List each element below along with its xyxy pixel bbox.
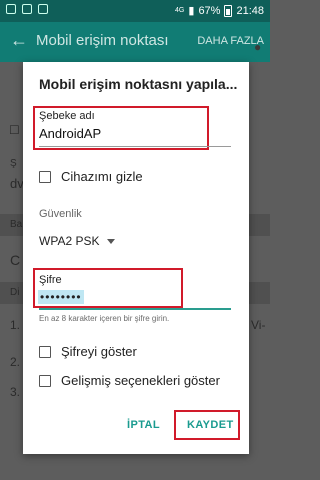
back-arrow-icon[interactable]: ← [10, 30, 28, 51]
background-text: Ş [10, 158, 17, 169]
network-name-input[interactable]: AndroidAP [39, 126, 101, 141]
security-value: WPA2 PSK [39, 234, 100, 248]
cancel-button[interactable]: İPTAL [127, 419, 160, 431]
password-label: Şifre [39, 274, 62, 286]
notification-icons [6, 4, 48, 14]
dialog-title: Mobil erişim noktasnı yapıla... [39, 76, 238, 92]
network-name-label: Şebeke adı [39, 110, 95, 122]
security-dropdown[interactable]: WPA2 PSK [39, 234, 116, 248]
hide-device-row[interactable]: Cihazımı gizle [39, 169, 143, 184]
save-button[interactable]: KAYDET [187, 419, 234, 431]
hide-device-checkbox[interactable] [39, 170, 51, 183]
background-text: 3. [10, 385, 21, 399]
background-text: 1. [10, 318, 21, 332]
background-text: 2. [10, 355, 21, 369]
clock: 21:48 [236, 4, 264, 17]
status-indicators: 4G ▮ 67% 21:48 [175, 4, 264, 17]
battery-percent: 67% [198, 4, 221, 17]
dropdown-arrow-icon [107, 238, 116, 244]
background-text: C [10, 252, 21, 268]
show-password-label: Şifreyi göster [61, 344, 137, 359]
network-name-underline [39, 146, 231, 147]
app-bar: ← Mobil erişim noktası DAHA FAZLA [0, 22, 270, 62]
security-label: Güvenlik [39, 208, 82, 220]
background-text: Vi- [251, 318, 266, 332]
advanced-options-row[interactable]: Gelişmiş seçenekleri göster [39, 373, 220, 388]
show-password-row[interactable]: Şifreyi göster [39, 344, 137, 359]
status-bar: 4G ▮ 67% 21:48 [0, 0, 270, 22]
background-text: Di [10, 287, 20, 298]
signal-icon: ▮ [188, 5, 195, 17]
password-input[interactable]: •••••••• [38, 290, 84, 304]
background-text: Ba [10, 219, 23, 230]
hotspot-config-dialog: Mobil erişim noktasnı yapıla... Şebeke a… [23, 62, 249, 454]
battery-icon [224, 4, 233, 17]
hide-device-label: Cihazımı gizle [61, 169, 143, 184]
advanced-options-checkbox[interactable] [39, 374, 51, 387]
password-helper-text: En az 8 karakter içeren bir şifre girin. [39, 314, 170, 323]
cloud-icon [38, 4, 48, 14]
advanced-options-label: Gelişmiş seçenekleri göster [61, 373, 220, 388]
show-password-checkbox[interactable] [39, 345, 51, 358]
gallery-icon [6, 4, 16, 14]
network-type: 4G [175, 7, 185, 14]
password-underline [39, 308, 231, 310]
image-icon [22, 4, 32, 14]
page-title: Mobil erişim noktası [36, 32, 169, 49]
background-text: dv [10, 176, 24, 191]
background-toggle: ● [254, 40, 262, 54]
background-checkbox: ☐ [9, 123, 20, 137]
